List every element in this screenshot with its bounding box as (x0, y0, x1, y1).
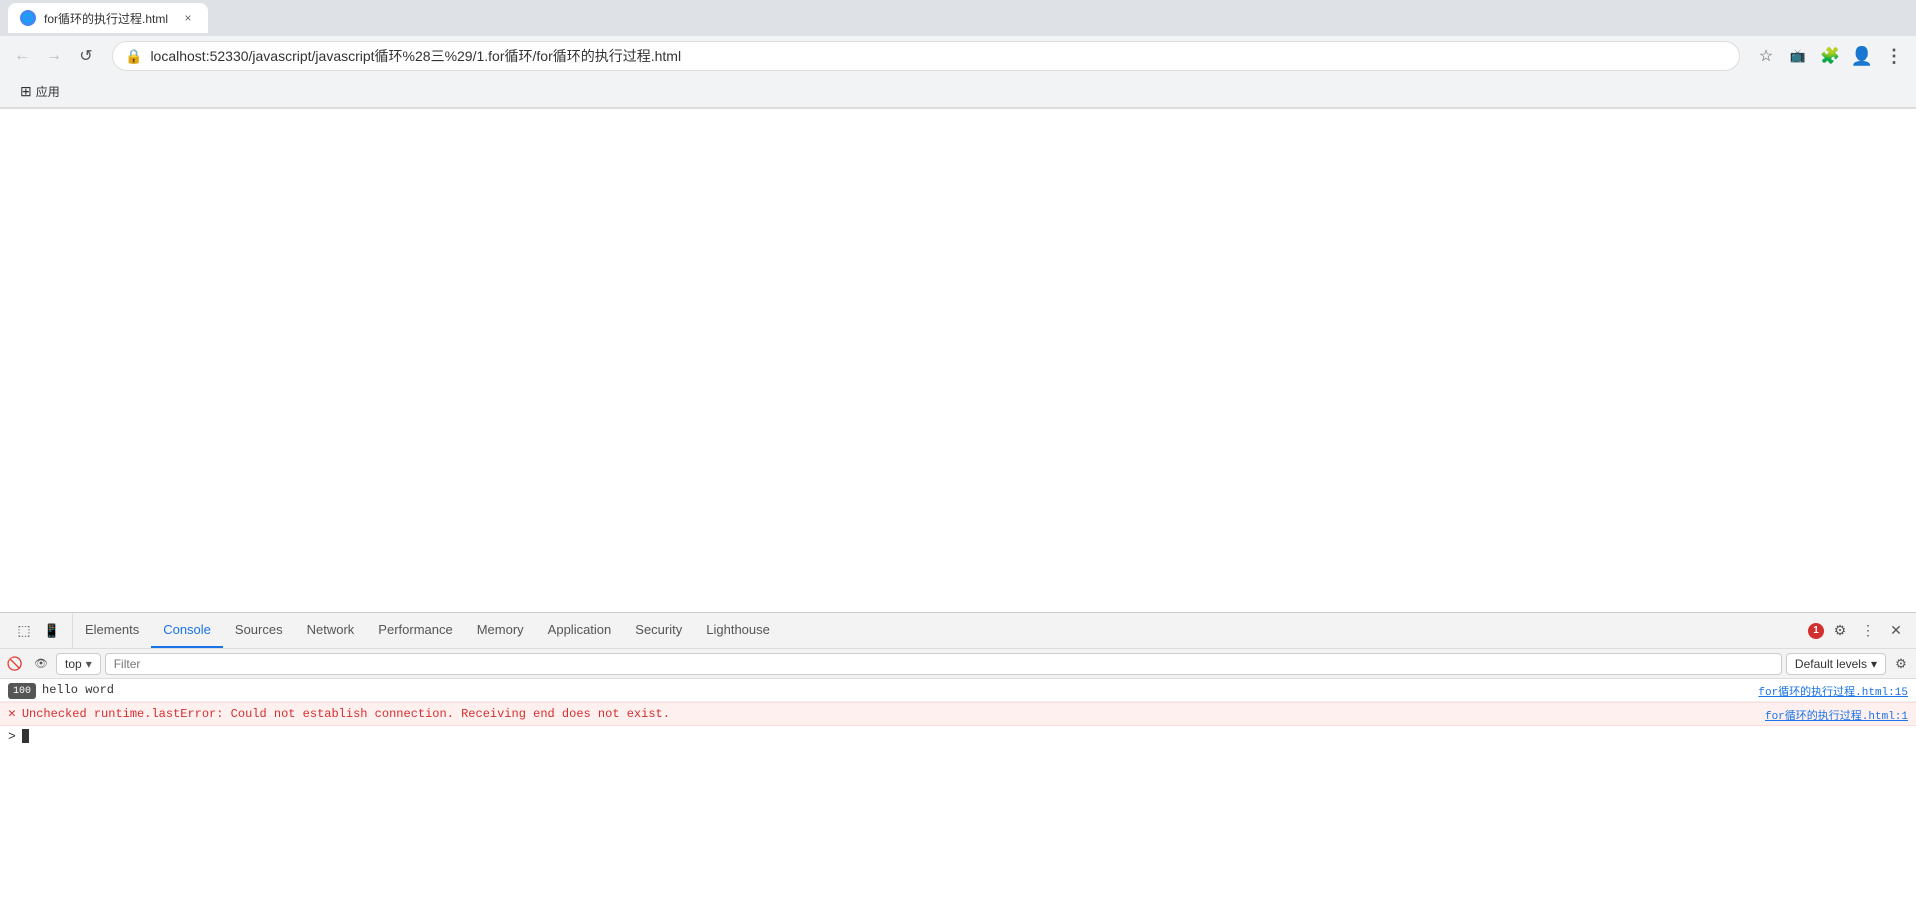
clear-console-button[interactable]: 🚫 (4, 653, 26, 675)
tab-console[interactable]: Console (151, 613, 223, 648)
address-input[interactable] (150, 48, 1727, 64)
menu-icon: ⋮ (1885, 46, 1903, 67)
devtools-panel-icons: ⬚ 📱 (4, 613, 73, 648)
bookmark-star-button[interactable]: ☆ (1752, 42, 1780, 70)
device-icon: 📱 (44, 623, 60, 639)
browser-chrome: 🌐 for循环的执行过程.html × ← → ↺ 🔒 ☆ 📺 (0, 0, 1916, 109)
page-content-area (0, 109, 1916, 613)
nav-right-icons: ☆ 📺 🧩 👤 ⋮ (1752, 42, 1908, 70)
levels-chevron-icon: ▾ (1871, 657, 1877, 671)
console-input-line: > (0, 726, 1916, 746)
log-text: hello word (42, 681, 1758, 699)
bookmark-apps[interactable]: ⊞ 应用 (12, 81, 68, 102)
forward-icon: → (46, 47, 62, 65)
navigation-bar: ← → ↺ 🔒 ☆ 📺 🧩 👤 ⋮ (0, 36, 1916, 76)
tab-application[interactable]: Application (536, 613, 624, 648)
devtools-right-actions: 1 ⚙ ⋮ ✕ (1804, 619, 1912, 643)
back-icon: ← (14, 47, 30, 65)
menu-button[interactable]: ⋮ (1880, 42, 1908, 70)
apps-grid-icon: ⊞ (20, 83, 32, 100)
close-icon: ✕ (1890, 622, 1902, 639)
extension-button[interactable]: 🧩 (1816, 42, 1844, 70)
more-icon: ⋮ (1861, 622, 1875, 639)
log-source-link[interactable]: for循环的执行过程.html:15 (1758, 681, 1908, 699)
profile-icon: 👤 (1851, 46, 1873, 67)
console-error-entry: ✕ Unchecked runtime.lastError: Could not… (0, 702, 1916, 726)
console-prompt: > (8, 729, 16, 744)
devtools-topbar: ⬚ 📱 Elements Console Sources Network Per… (0, 613, 1916, 649)
tab-performance[interactable]: Performance (366, 613, 464, 648)
tab-sources[interactable]: Sources (223, 613, 295, 648)
console-log-entry: 100 hello word for循环的执行过程.html:15 (0, 679, 1916, 702)
console-output: 100 hello word for循环的执行过程.html:15 ✕ Unch… (0, 679, 1916, 897)
device-toggle-button[interactable]: 📱 (40, 619, 64, 643)
error-text: Unchecked runtime.lastError: Could not e… (22, 705, 1765, 723)
console-gear-icon: ⚙ (1895, 656, 1907, 672)
devtools-panel: ⬚ 📱 Elements Console Sources Network Per… (0, 612, 1916, 897)
context-dropdown-cursor: ▾ (86, 657, 92, 671)
inspect-element-button[interactable]: ⬚ (12, 619, 36, 643)
forward-button[interactable]: → (40, 42, 68, 70)
error-badge[interactable]: 1 (1808, 623, 1824, 639)
reload-button[interactable]: ↺ (72, 42, 100, 70)
inspect-icon: ⬚ (17, 622, 30, 639)
eye-icon: 👁 (34, 657, 48, 670)
console-cursor (22, 729, 29, 743)
tab-title: for循环的执行过程.html (44, 10, 172, 27)
address-bar-container[interactable]: 🔒 (112, 41, 1740, 71)
tab-lighthouse[interactable]: Lighthouse (694, 613, 782, 648)
extension-icon: 🧩 (1820, 46, 1840, 66)
star-icon: ☆ (1759, 46, 1773, 66)
clear-icon: 🚫 (7, 656, 23, 672)
levels-label: Default levels (1795, 657, 1867, 671)
tab-network[interactable]: Network (295, 613, 367, 648)
context-dropdown[interactable]: top ▾ (56, 653, 101, 675)
bookmarks-bar: ⊞ 应用 (0, 76, 1916, 108)
tab-close-button[interactable]: × (180, 10, 196, 26)
error-circle-icon: ✕ (8, 706, 16, 721)
tab-bar: 🌐 for循环的执行过程.html × (0, 0, 1916, 36)
reload-icon: ↺ (79, 46, 92, 66)
error-count: 1 (1808, 623, 1824, 639)
context-label: top (65, 657, 82, 671)
devtools-close-button[interactable]: ✕ (1884, 619, 1908, 643)
bookmark-apps-label: 应用 (36, 83, 60, 100)
active-tab[interactable]: 🌐 for循环的执行过程.html × (8, 3, 208, 33)
profile-button[interactable]: 👤 (1848, 42, 1876, 70)
log-count-badge: 100 (8, 683, 36, 699)
devtools-more-button[interactable]: ⋮ (1856, 619, 1880, 643)
levels-dropdown[interactable]: Default levels ▾ (1786, 653, 1886, 675)
cast-icon: 📺 (1790, 48, 1806, 64)
console-filter-input[interactable] (105, 653, 1782, 675)
cast-button[interactable]: 📺 (1784, 42, 1812, 70)
tab-security[interactable]: Security (623, 613, 694, 648)
security-icon: 🔒 (125, 48, 142, 65)
settings-icon: ⚙ (1834, 622, 1847, 639)
devtools-settings-button[interactable]: ⚙ (1828, 619, 1852, 643)
tab-memory[interactable]: Memory (465, 613, 536, 648)
error-source-link[interactable]: for循环的执行过程.html:1 (1765, 705, 1908, 723)
devtools-tabs: Elements Console Sources Network Perform… (73, 613, 1804, 648)
console-live-button[interactable]: 👁 (30, 653, 52, 675)
console-settings-button[interactable]: ⚙ (1890, 653, 1912, 675)
back-button[interactable]: ← (8, 42, 36, 70)
tab-elements[interactable]: Elements (73, 613, 151, 648)
tab-favicon: 🌐 (20, 10, 36, 26)
console-toolbar: 🚫 👁 top ▾ Default levels ▾ ⚙ (0, 649, 1916, 679)
